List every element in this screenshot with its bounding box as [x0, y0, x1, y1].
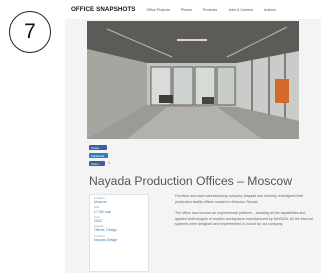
nav-jobs-careers[interactable]: Jobs & Careers — [228, 8, 253, 12]
share-count: 1 — [108, 161, 110, 165]
step-number-badge: 7 — [9, 11, 51, 53]
info-value[interactable]: Nayada Design — [94, 238, 144, 242]
hero-office-photo[interactable] — [87, 21, 299, 139]
info-row-architect: Architect Nayada Design — [94, 234, 144, 242]
project-description: Furniture and wall manufacturing company… — [175, 194, 315, 234]
linkedin-share-button[interactable]: Share — [89, 161, 105, 166]
info-row-year: Year 2015 — [94, 215, 144, 223]
tweet-button[interactable]: Tweet — [89, 145, 107, 150]
page-title: Nayada Production Offices – Moscow — [89, 174, 292, 188]
description-paragraph: Furniture and wall manufacturing company… — [175, 194, 304, 204]
step-number: 7 — [24, 20, 36, 43]
webpage-screenshot: OFFICE SNAPSHOTS Office Projects Photos … — [65, 0, 321, 273]
nav-articles[interactable]: Articles — [264, 8, 276, 12]
office-interior-image — [87, 21, 299, 139]
info-value: 17,000 sqft — [94, 209, 111, 214]
info-row-size: Size 17,000 sqft — [94, 206, 144, 214]
linkedin-label: Share — [91, 161, 100, 166]
top-navigation: OFFICE SNAPSHOTS Office Projects Photos … — [65, 0, 321, 19]
facebook-share-button[interactable]: Facebook — [89, 153, 108, 158]
facebook-label: Facebook — [91, 153, 105, 158]
project-info-box: Location Moscow Size 17,000 sqft Year 20… — [89, 194, 149, 272]
info-row-industry: Industry Offices, Design — [94, 224, 144, 232]
info-value[interactable]: Moscow — [94, 200, 144, 204]
nav-office-projects[interactable]: Office Projects — [147, 8, 170, 12]
info-value[interactable]: Offices, Design — [94, 228, 144, 232]
tweet-label: Tweet — [91, 145, 100, 150]
nav-photos[interactable]: Photos — [181, 8, 192, 12]
description-paragraph: The office has become an experimental pl… — [175, 211, 313, 227]
site-logo[interactable]: OFFICE SNAPSHOTS — [71, 6, 136, 13]
info-value: 2015 — [94, 218, 102, 223]
info-row-location: Location Moscow — [94, 196, 144, 204]
nav-products[interactable]: Products — [203, 8, 217, 12]
